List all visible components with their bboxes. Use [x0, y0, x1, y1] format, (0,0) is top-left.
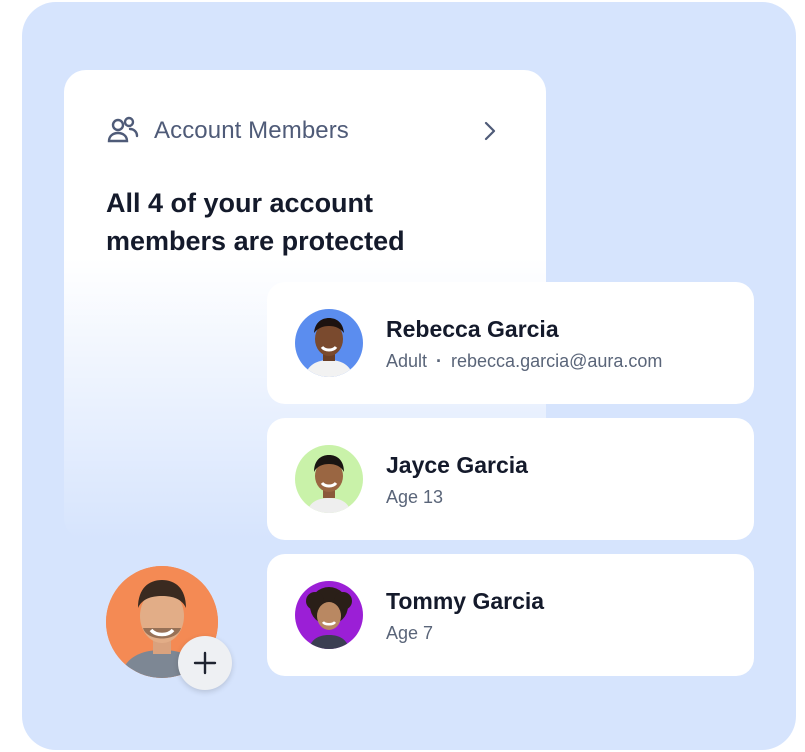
- protection-headline: All 4 of your account members are protec…: [106, 188, 405, 256]
- avatar: [295, 581, 363, 649]
- member-age: Age 7: [386, 623, 434, 643]
- add-member-button[interactable]: [178, 636, 232, 690]
- member-name: Rebecca Garcia: [386, 316, 559, 342]
- avatar: [295, 309, 363, 377]
- member-role: Adult: [386, 351, 428, 371]
- member-card-tommy[interactable]: Tommy Garcia Age 7: [267, 554, 754, 676]
- chevron-right-icon[interactable]: [482, 118, 498, 144]
- people-icon: [106, 116, 140, 146]
- plus-icon: [192, 650, 218, 676]
- member-card-rebecca[interactable]: Rebecca Garcia Adult · rebecca.garcia@aura…: [267, 282, 754, 404]
- member-email: rebecca.garcia@aura.com: [451, 351, 663, 371]
- member-card-jayce[interactable]: Jayce Garcia Age 13: [267, 418, 754, 540]
- member-details: Adult · rebecca.garcia@aura.com: [386, 351, 662, 372]
- separator-dot: ·: [436, 351, 443, 371]
- avatar: [295, 445, 363, 513]
- card-title: Account Members: [154, 117, 349, 144]
- member-name: Jayce Garcia: [386, 452, 528, 478]
- member-name: Tommy Garcia: [386, 588, 545, 614]
- account-members-header[interactable]: Account Members: [106, 114, 498, 148]
- member-age: Age 13: [386, 487, 444, 507]
